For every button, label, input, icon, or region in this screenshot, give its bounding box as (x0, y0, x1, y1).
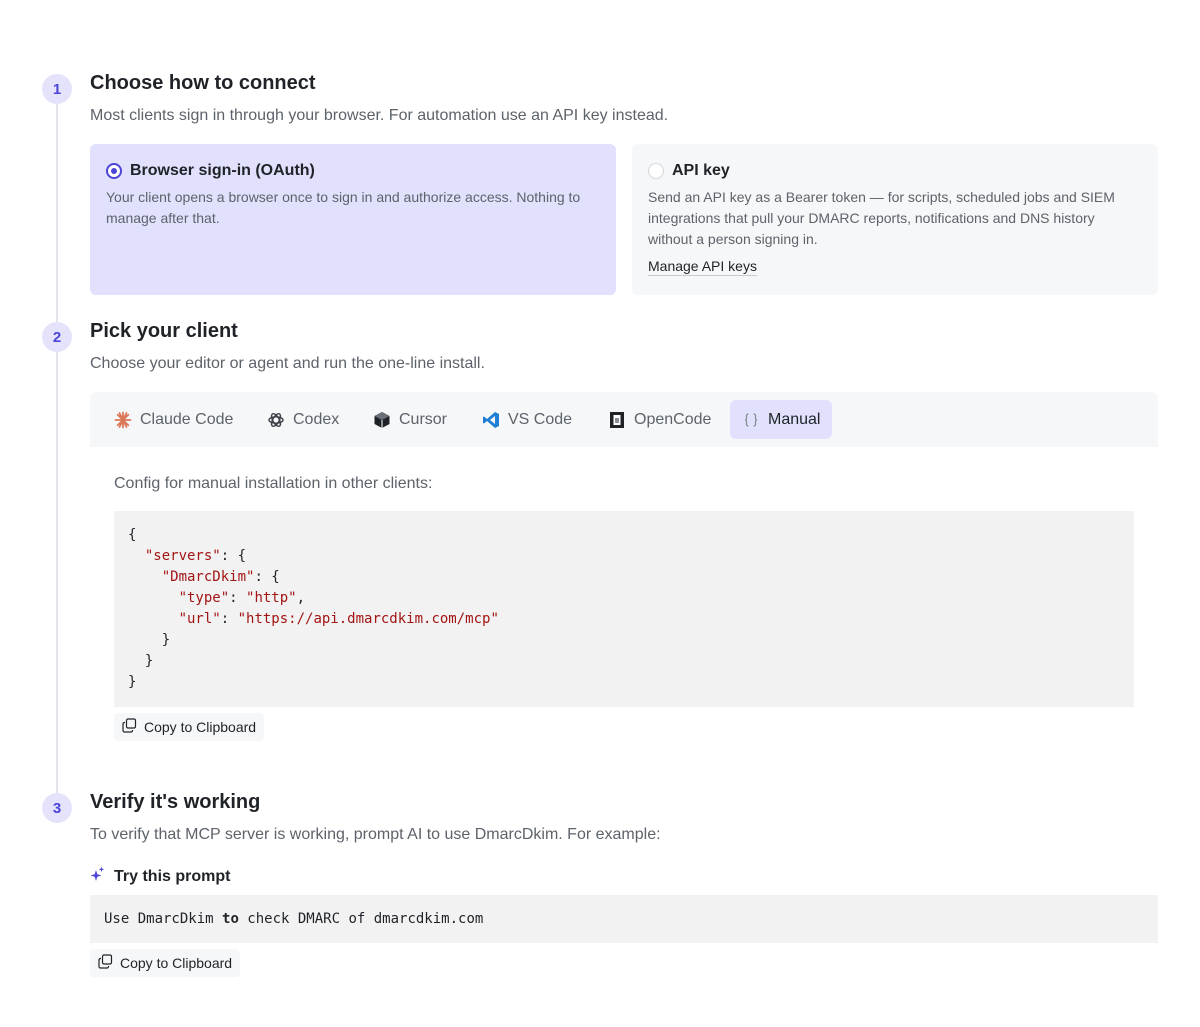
copy-prompt-button[interactable]: Copy to Clipboard (90, 949, 241, 977)
radio-selected-icon[interactable] (106, 163, 122, 179)
code-string: "http" (246, 590, 297, 606)
prompt-text-part: check DMARC of dmarcdkim.com (238, 911, 484, 927)
tab-claude-code[interactable]: Claude Code (102, 400, 245, 439)
manual-config-label: Config for manual installation in other … (114, 475, 433, 492)
prompt-text-keyword: to (222, 911, 239, 927)
opencode-icon (608, 411, 626, 429)
step-2-title: Pick your client (90, 320, 238, 342)
copy-icon (122, 718, 137, 736)
tab-opencode[interactable]: OpenCode (596, 400, 723, 439)
code-key: "type" (178, 590, 230, 606)
step-1-title: Choose how to connect (90, 72, 316, 94)
copy-icon (98, 954, 113, 972)
try-prompt-label: Try this prompt (114, 868, 231, 885)
manage-api-keys-link[interactable]: Manage API keys (648, 258, 757, 276)
step-2-badge: 2 (42, 322, 72, 352)
steps-timeline-line (56, 104, 58, 794)
client-tabs: Claude Code Codex Cursor VS Code OpenCod… (90, 392, 1158, 447)
radio-unselected-icon[interactable] (648, 163, 664, 179)
tab-codex[interactable]: Codex (255, 400, 351, 439)
step-1-description: Most clients sign in through your browse… (90, 107, 669, 124)
tab-cursor[interactable]: Cursor (361, 400, 459, 439)
tab-label: Cursor (399, 410, 448, 428)
tab-label: Claude Code (140, 410, 234, 428)
step-2-description: Choose your editor or agent and run the … (90, 355, 485, 372)
browser-signin-title: Browser sign-in (OAuth) (130, 162, 315, 179)
braces-icon (742, 411, 760, 429)
code-key: "url" (178, 611, 221, 627)
code-key: "servers" (144, 548, 221, 564)
example-prompt: Use DmarcDkim to check DMARC of dmarcdki… (90, 895, 1158, 943)
prompt-text-part: Use DmarcDkim (104, 911, 223, 927)
cursor-cube-icon (373, 411, 391, 429)
tab-label: VS Code (508, 410, 573, 428)
api-key-option[interactable]: API key Send an API key as a Bearer toke… (632, 144, 1158, 295)
tab-label: Codex (293, 410, 340, 428)
step-3-description: To verify that MCP server is working, pr… (90, 826, 661, 843)
copy-config-button[interactable]: Copy to Clipboard (114, 713, 265, 741)
tab-manual[interactable]: Manual (730, 400, 833, 439)
step-1-badge: 1 (42, 74, 72, 104)
openai-icon (267, 411, 285, 429)
api-key-description: Send an API key as a Bearer token — for … (648, 189, 1115, 247)
code-string: "https://api.dmarcdkim.com/mcp" (237, 611, 499, 627)
claude-icon (114, 411, 132, 429)
browser-signin-description: Your client opens a browser once to sign… (106, 189, 581, 226)
copy-label: Copy to Clipboard (144, 719, 257, 735)
step-3-title: Verify it's working (90, 791, 261, 813)
code-key: "DmarcDkim" (161, 569, 255, 585)
tab-label: Manual (768, 410, 821, 428)
api-key-title: API key (672, 162, 730, 179)
step-3-badge: 3 (42, 793, 72, 823)
tab-label: OpenCode (634, 410, 712, 428)
manual-config-code: { "servers": { "DmarcDkim": { "type": "h… (114, 511, 1134, 707)
try-prompt-heading: Try this prompt (90, 866, 230, 888)
sparkle-icon (90, 866, 105, 888)
copy-label: Copy to Clipboard (120, 955, 233, 971)
tab-vs-code[interactable]: VS Code (470, 400, 584, 439)
vscode-icon (482, 411, 500, 429)
browser-signin-option[interactable]: Browser sign-in (OAuth) Your client open… (90, 144, 616, 295)
